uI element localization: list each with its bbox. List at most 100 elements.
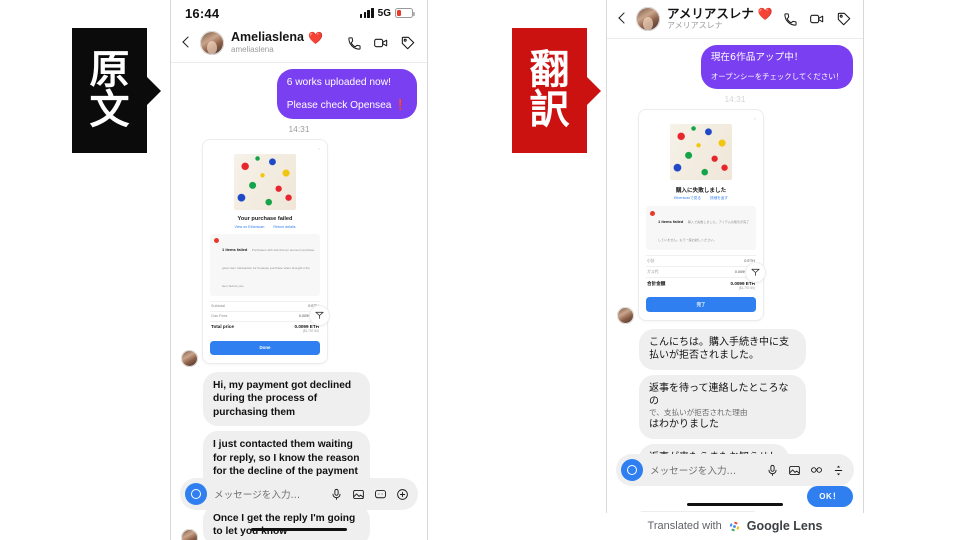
card-alert: 1 items failed Purchases with Ask that a… xyxy=(210,233,320,296)
message-input[interactable]: メッセージを入力… xyxy=(214,487,323,501)
bubble-line: 6 works uploaded now! xyxy=(286,77,391,88)
card-total-row: Total price 0.0099 ETH ($1,757.60) xyxy=(210,320,320,336)
camera-icon[interactable] xyxy=(621,459,643,481)
nft-artwork-image xyxy=(670,123,732,180)
original-badge-char-2: 文 xyxy=(89,86,130,133)
translated-badge-arrow xyxy=(587,76,601,105)
bubble-line: 現在6作品アップ中！ xyxy=(710,52,804,63)
header-actions xyxy=(783,11,852,27)
header-actions xyxy=(347,35,416,51)
image-icon[interactable] xyxy=(788,464,801,477)
phone-icon[interactable] xyxy=(347,36,362,51)
contact-info: Ameliaslena ❤️ ameliaslena xyxy=(231,31,340,54)
tag-icon[interactable] xyxy=(836,11,852,27)
nft-purchase-card[interactable]: × Your purchase failed View on Etherscan… xyxy=(203,140,327,363)
contact-name: アメリアスレナ xyxy=(667,6,754,22)
back-chevron-icon[interactable] xyxy=(616,13,629,26)
message-row-incoming: Hi, my payment got declined during the p… xyxy=(181,371,417,427)
bubble-line-sub: で、支払いが拒否された理由 xyxy=(649,408,748,418)
sender-avatar xyxy=(617,307,634,325)
sticker-icon[interactable] xyxy=(374,488,387,501)
card-title: 購入に失敗しました xyxy=(675,187,727,194)
translated-text-badge: 翻 訳 xyxy=(512,28,601,153)
row-key: Gas Fees xyxy=(211,314,228,319)
avatar[interactable] xyxy=(200,31,224,55)
camera-icon[interactable] xyxy=(185,483,207,505)
heart-icon: ❤️ xyxy=(757,7,773,22)
original-phone-screenshot: 16:44 5G Ameliaslena ❤️ ameliaslena 6 wo… xyxy=(171,0,427,540)
chat-header: Ameliaslena ❤️ ameliaslena xyxy=(171,26,427,63)
card-done-button[interactable]: Done xyxy=(210,340,320,355)
card-link[interactable]: View on Etherscan xyxy=(234,225,264,229)
plus-icon[interactable] xyxy=(396,488,409,501)
row-value: 0 ETH xyxy=(744,258,755,263)
status-time: 16:44 xyxy=(185,5,220,21)
original-badge-char-1: 原 xyxy=(89,47,130,94)
contact-name: Ameliaslena xyxy=(231,30,304,45)
tag-icon[interactable] xyxy=(400,35,416,51)
message-timestamp: 14:31 xyxy=(724,93,746,104)
ok-bubble[interactable]: OK！ xyxy=(807,486,853,508)
bubble-line: 払いが拒否されました。 xyxy=(649,350,759,362)
message-input[interactable]: メッセージを入力… xyxy=(650,463,759,477)
sticker-icon[interactable] xyxy=(810,465,823,475)
image-icon[interactable] xyxy=(352,488,365,501)
google-lens-footer: Translated with Google Lens xyxy=(607,512,863,540)
card-link[interactable]: Etherscanで見る xyxy=(674,196,701,201)
google-lens-brand: Google Lens xyxy=(746,519,823,533)
original-badge-arrow xyxy=(147,76,161,105)
card-row: 小計 0 ETH xyxy=(646,255,756,266)
card-link[interactable]: 詳細を返す xyxy=(710,196,728,201)
card-done-button[interactable]: 完了 xyxy=(646,297,756,313)
message-timestamp: 14:31 xyxy=(288,124,310,135)
reaction-icon[interactable] xyxy=(310,305,329,325)
total-key: Total price xyxy=(211,324,234,330)
bubble-line: こんにちは。購入手続き中に支 xyxy=(649,337,789,349)
message-bubble-incoming[interactable]: Hi, my payment got declined during the p… xyxy=(203,371,370,427)
heart-icon: ❤️ xyxy=(307,31,323,46)
alert-title: 1 items failed xyxy=(222,246,248,252)
video-icon[interactable] xyxy=(373,35,389,51)
phone-icon[interactable] xyxy=(783,12,798,27)
mic-icon[interactable] xyxy=(330,488,343,501)
bubble-line: Please check Opensea ❗ xyxy=(286,99,407,111)
nft-purchase-card[interactable]: × 購入に失敗しました Etherscanで見る 詳細を返す 1 items f… xyxy=(639,109,763,321)
message-row-incoming: 返事を待って連絡したところなの で、支払いが拒否された理由 はわかりました xyxy=(617,374,853,439)
video-icon[interactable] xyxy=(809,11,825,27)
alert-title: 1 items failed xyxy=(658,219,684,225)
battery-icon xyxy=(395,8,415,18)
translated-phone-screenshot: アメリアスレナ ❤️ アメリアスレナ 現在6作品アップ中！ オープンシーをチェッ… xyxy=(607,0,863,512)
signal-icon xyxy=(359,8,374,18)
translated-badge-char-1: 翻 xyxy=(529,47,570,94)
card-top-meta: × xyxy=(754,116,756,121)
card-top-meta: × xyxy=(318,147,320,152)
avatar[interactable] xyxy=(636,7,660,31)
contact-username: アメリアスレナ xyxy=(667,20,723,30)
row-key: ガス代 xyxy=(647,269,659,274)
translated-with-label: Translated with xyxy=(647,520,722,532)
message-bubble-outgoing[interactable]: 現在6作品アップ中！ オープンシーをチェックしてください！ xyxy=(700,45,853,89)
nft-card-wrapper: × 購入に失敗しました Etherscanで見る 詳細を返す 1 items f… xyxy=(639,109,765,321)
contact-info: アメリアスレナ ❤️ アメリアスレナ xyxy=(667,7,776,30)
message-list: 現在6作品アップ中！ オープンシーをチェックしてください！ 14:31 × 購入… xyxy=(607,39,863,512)
card-link[interactable]: Return details xyxy=(273,225,295,229)
message-bubble-incoming[interactable]: こんにちは。購入手続き中に支 払いが拒否されました。 xyxy=(639,329,806,370)
card-row: Gas Fees 0.0099 ETH xyxy=(210,310,320,321)
nft-card-wrapper: × Your purchase failed View on Etherscan… xyxy=(203,140,329,363)
home-indicator xyxy=(251,527,347,531)
message-bubble-outgoing[interactable]: 6 works uploaded now! Please check Opens… xyxy=(276,69,417,120)
google-lens-icon xyxy=(728,520,741,533)
message-bubble-incoming[interactable]: 返事を待って連絡したところなの で、支払いが拒否された理由 はわかりました xyxy=(639,374,806,439)
reaction-icon[interactable] xyxy=(746,263,765,283)
message-row-card: × 購入に失敗しました Etherscanで見る 詳細を返す 1 items f… xyxy=(617,109,853,325)
alert-icon xyxy=(214,238,219,244)
back-chevron-icon[interactable] xyxy=(180,37,193,50)
original-text-badge: 原 文 xyxy=(72,28,161,153)
stepper-icon[interactable] xyxy=(832,464,845,477)
total-sub: ($1,757.60) xyxy=(302,329,319,334)
network-label: 5G xyxy=(377,7,391,19)
status-bar: 16:44 5G xyxy=(171,0,427,26)
mic-icon[interactable] xyxy=(766,464,779,477)
message-row-outgoing: 現在6作品アップ中！ オープンシーをチェックしてください！ xyxy=(617,45,853,89)
sender-avatar xyxy=(181,349,198,367)
